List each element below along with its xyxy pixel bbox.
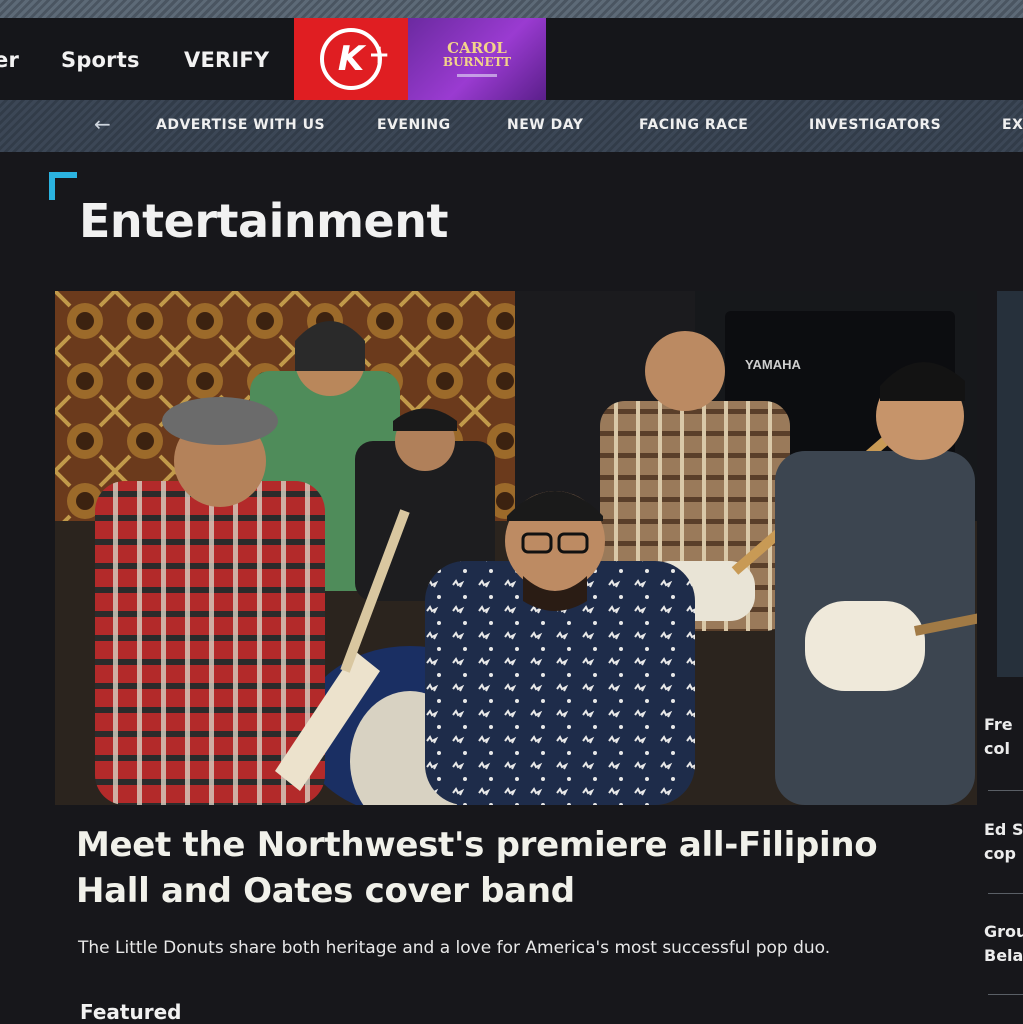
sidebar-teaser-1-line2: col	[984, 739, 1010, 758]
article-dek: The Little Donuts share both heritage an…	[78, 938, 831, 958]
sidebar-teaser-2-line2: cop	[984, 844, 1016, 863]
sub-nav-evening[interactable]: EVENING	[377, 117, 451, 133]
sidebar-divider	[988, 893, 1023, 894]
sidebar-teaser-3[interactable]: Grou Bela	[984, 920, 1023, 968]
hero-photo[interactable]: YAMAHA	[55, 291, 977, 805]
kplus-plus: +	[368, 40, 390, 70]
article-headline[interactable]: Meet the Northwest's premiere all-Filipi…	[76, 822, 936, 914]
back-arrow-icon[interactable]: ←	[94, 112, 111, 136]
amp-brand-label: YAMAHA	[745, 357, 801, 372]
promo-line1: CAROL	[447, 38, 507, 57]
nav-item-cut[interactable]: er	[0, 48, 19, 72]
sidebar-divider	[988, 994, 1023, 995]
kplus-circle-icon: K +	[320, 28, 390, 90]
sub-nav-cut[interactable]: EX	[1002, 117, 1023, 133]
kplus-logo-button[interactable]: K +	[294, 18, 408, 100]
sub-nav-advertise[interactable]: ADVERTISE WITH US	[156, 117, 325, 133]
sidebar-divider	[988, 790, 1023, 791]
sidebar-teaser-1-line1: Fre	[984, 715, 1013, 734]
section-accent	[49, 172, 77, 200]
promo-decoration	[457, 74, 497, 78]
sub-nav-investigators[interactable]: INVESTIGATORS	[809, 117, 941, 133]
carol-burnett-promo[interactable]: CAROL BURNETT	[408, 18, 546, 100]
top-strip	[0, 0, 1023, 18]
sidebar-teaser-2-line1: Ed S	[984, 820, 1023, 839]
kplus-letter: K	[337, 39, 365, 79]
band-photo-illustration: YAMAHA	[55, 291, 977, 805]
promo-line2: BURNETT	[442, 54, 512, 69]
featured-heading: Featured	[80, 1000, 182, 1024]
nav-item-verify[interactable]: VERIFY	[184, 48, 269, 72]
sub-nav-facing-race[interactable]: FACING RACE	[639, 117, 748, 133]
section-title: Entertainment	[79, 194, 448, 248]
sidebar-teaser-2[interactable]: Ed S cop	[984, 818, 1023, 866]
sidebar-teaser-3-line1: Grou	[984, 922, 1023, 941]
main-nav: er Sports VERIFY K + CAROL BURNETT	[0, 18, 1023, 100]
sub-nav: ← ADVERTISE WITH US EVENING NEW DAY FACI…	[0, 100, 1023, 152]
sidebar-teaser-1[interactable]: Fre col	[984, 713, 1023, 761]
sidebar-teaser-3-line2: Bela	[984, 946, 1023, 965]
right-panel-ad	[997, 291, 1023, 677]
nav-item-sports[interactable]: Sports	[61, 48, 140, 72]
sub-nav-new-day[interactable]: NEW DAY	[507, 117, 583, 133]
